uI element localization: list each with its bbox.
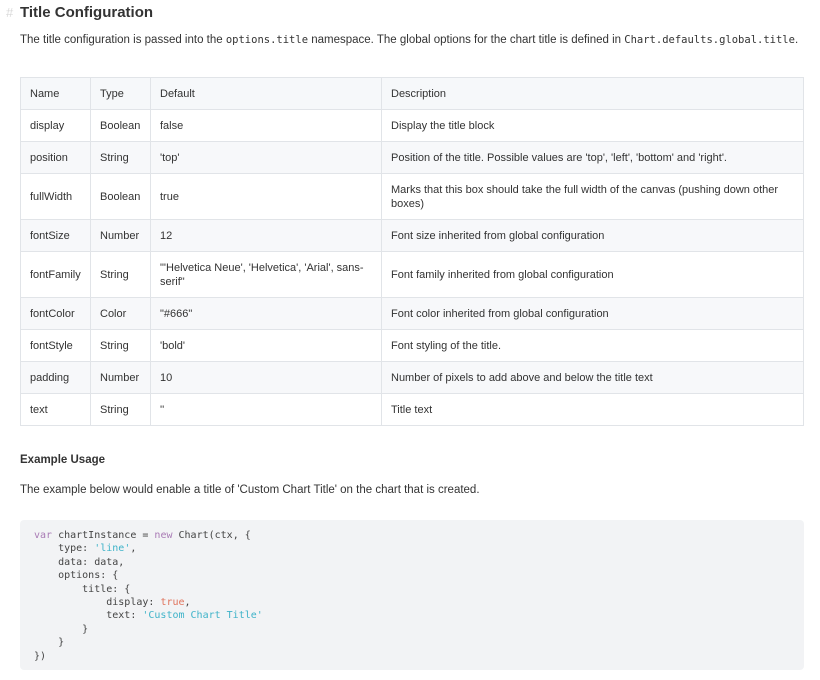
cell-name: fontSize [20, 219, 91, 252]
cell-name: fullWidth [20, 173, 91, 220]
code-content: var chartInstance = new Chart(ctx, { typ… [20, 520, 804, 672]
example-heading: Example Usage [20, 454, 106, 466]
cell-type: Color [90, 297, 151, 330]
code-keyword: var [34, 530, 53, 541]
cell-description: Number of pixels to add above and below … [381, 361, 804, 394]
cell-type: String [90, 393, 151, 426]
table-row: padding Number 10 Number of pixels to ad… [20, 361, 804, 394]
cell-default: 10 [150, 361, 382, 394]
cell-default: '' [150, 393, 382, 426]
code-text: type: [34, 543, 95, 555]
code-text: display: [34, 597, 161, 609]
cell-type: String [90, 329, 151, 362]
cell-name: position [20, 141, 91, 174]
cell-description: Display the title block [381, 109, 804, 142]
cell-description: Position of the title. Possible values a… [381, 141, 804, 174]
inline-code-defaults-title: Chart.defaults.global.title [624, 34, 795, 46]
cell-default: 12 [150, 219, 382, 252]
cell-description: Font color inherited from global configu… [381, 297, 804, 330]
section-header: # Title Configuration [6, 4, 153, 21]
code-string: 'Custom Chart Title' [142, 610, 263, 622]
cell-name: fontColor [20, 297, 91, 330]
code-block[interactable]: var chartInstance = new Chart(ctx, { typ… [20, 520, 804, 670]
code-text: } [34, 623, 89, 635]
code-text: }) [34, 650, 47, 662]
intro-text-middle: namespace. The global options for the ch… [308, 34, 625, 46]
cell-type: Number [90, 219, 151, 252]
code-text: data: data, [34, 556, 125, 568]
table-row: fontSize Number 12 Font size inherited f… [20, 219, 804, 252]
cell-name: display [20, 109, 91, 142]
cell-type: String [90, 251, 151, 298]
code-text: , [130, 543, 137, 555]
cell-default: false [150, 109, 382, 142]
code-text: chartInstance = [52, 530, 155, 541]
doc-page: # Title Configuration The title configur… [0, 0, 820, 680]
code-boolean: true [160, 597, 185, 609]
code-string: 'line' [94, 543, 131, 555]
cell-name: fontStyle [20, 329, 91, 362]
inline-code-options-title: options.title [225, 34, 309, 46]
code-text: options: { [34, 570, 119, 582]
column-header-default: Default [150, 77, 382, 110]
column-header-name: Name [20, 77, 91, 110]
intro-paragraph: The title configuration is passed into t… [20, 34, 798, 46]
example-description: The example below would enable a title o… [20, 484, 480, 496]
cell-default: 'top' [150, 141, 382, 174]
cell-description: Font styling of the title. [381, 329, 804, 362]
cell-default: "'Helvetica Neue', 'Helvetica', 'Arial',… [150, 251, 382, 298]
intro-text-start: The title configuration is passed into t… [20, 34, 226, 46]
cell-description: Font size inherited from global configur… [381, 219, 804, 252]
cell-description: Title text [381, 393, 804, 426]
cell-name: fontFamily [20, 251, 91, 298]
code-text: } [34, 637, 65, 649]
table-row: display Boolean false Display the title … [20, 109, 804, 142]
cell-type: Number [90, 361, 151, 394]
cell-description: Font family inherited from global config… [381, 251, 804, 298]
cell-name: text [20, 393, 91, 426]
table-row: fullWidth Boolean true Marks that this b… [20, 173, 804, 220]
cell-type: Boolean [90, 173, 151, 220]
code-text: title: { [34, 583, 131, 595]
column-header-type: Type [90, 77, 151, 110]
table-row: text String '' Title text [20, 393, 804, 426]
cell-type: String [90, 141, 151, 174]
table-row: position String 'top' Position of the ti… [20, 141, 804, 174]
table-row: fontStyle String 'bold' Font styling of … [20, 329, 804, 362]
options-table: Name Type Default Description display Bo… [20, 77, 804, 426]
table-row: fontColor Color "#666" Font color inheri… [20, 297, 804, 330]
code-text: text: [34, 610, 143, 622]
code-keyword: new [154, 530, 173, 541]
cell-default: 'bold' [150, 329, 382, 362]
cell-default: true [150, 173, 382, 220]
cell-description: Marks that this box should take the full… [381, 173, 804, 220]
code-text: , [184, 597, 191, 609]
table-row: fontFamily String "'Helvetica Neue', 'He… [20, 251, 804, 298]
cell-name: padding [20, 361, 91, 394]
column-header-description: Description [381, 77, 804, 110]
table-header-row: Name Type Default Description [20, 77, 804, 110]
cell-default: "#666" [150, 297, 382, 330]
anchor-link[interactable]: # [6, 5, 20, 20]
cell-type: Boolean [90, 109, 151, 142]
code-text: Chart(ctx, { [172, 530, 251, 541]
intro-text-end: . [794, 34, 799, 46]
page-title: Title Configuration [20, 4, 154, 21]
